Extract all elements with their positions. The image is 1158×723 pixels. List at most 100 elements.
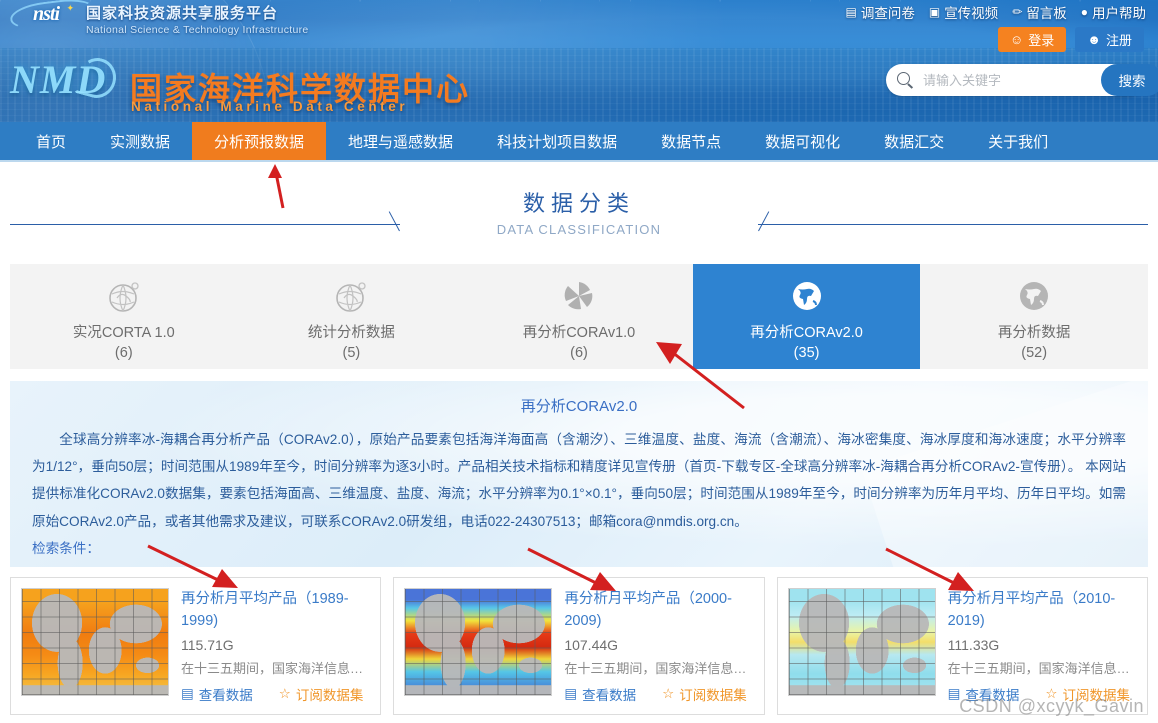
category-name: 再分析CORAv2.0 <box>750 325 863 342</box>
page-content: 数据分类 DATA CLASSIFICATION 实况CORTA 1.0 (6) <box>0 176 1158 715</box>
category-name: 实况CORTA 1.0 <box>72 325 175 342</box>
result-title[interactable]: 再分析月平均产品（2000-2009) <box>564 588 753 633</box>
nav-item-project-data[interactable]: 科技计划项目数据 <box>475 122 639 160</box>
document-search-icon: ▤ <box>181 685 194 701</box>
category-card-corav1-0[interactable]: 再分析CORAv1.0 (6) <box>465 264 693 369</box>
auth-buttons: ☺ 登录 ☻ 注册 <box>998 27 1144 52</box>
top-link-survey[interactable]: ▤ 调查问卷 <box>846 2 915 22</box>
category-count: (52) <box>1021 345 1048 361</box>
nav-item-geo-remote-sensing-data[interactable]: 地理与遥感数据 <box>326 122 475 160</box>
subscribe-dataset-label: 订阅数据集 <box>679 687 747 703</box>
help-icon: ● <box>1080 5 1088 19</box>
category-card-corta-1-0[interactable]: 实况CORTA 1.0 (6) <box>10 264 238 369</box>
video-icon: ▣ <box>928 5 941 19</box>
search-box: 搜索 <box>886 64 1158 96</box>
top-link-message-board-label: 留言板 <box>1026 6 1067 21</box>
result-title[interactable]: 再分析月平均产品（2010-2019) <box>948 588 1137 633</box>
page-title: 数据分类 <box>522 190 635 216</box>
globe-filled-icon <box>788 275 826 317</box>
login-button[interactable]: ☺ 登录 <box>998 27 1067 52</box>
result-info: 再分析月平均产品（2000-2009) 107.44G 在十三五期间，国家海洋信… <box>552 588 753 704</box>
category-count: (5) <box>342 345 361 361</box>
view-data-label: 查看数据 <box>198 687 253 703</box>
document-search-icon: ▤ <box>564 685 578 701</box>
result-title[interactable]: 再分析月平均产品（1989-1999) <box>181 588 370 633</box>
site-banner: nsti ✦ 国家科技资源共享服务平台 National Science & T… <box>0 0 1158 122</box>
description-title: 再分析CORAv2.0 <box>520 398 638 415</box>
globe-gray-icon <box>1015 275 1053 317</box>
result-card[interactable]: 再分析月平均产品（2010-2019) 111.33G 在十三五期间，国家海洋信… <box>776 576 1148 715</box>
result-card[interactable]: 再分析月平均产品（1989-1999) 115.71G 在十三五期间，国家海洋信… <box>10 576 382 715</box>
category-count: (6) <box>570 345 588 361</box>
nsti-title-block: 国家科技资源共享服务平台 National Science & Technolo… <box>86 2 309 36</box>
nsti-title-en: National Science & Technology Infrastruc… <box>86 24 309 36</box>
section-rule-right <box>758 224 1148 225</box>
map-gridlines <box>22 588 168 695</box>
category-name: 再分析数据 <box>997 325 1071 342</box>
section-tick-left <box>388 211 400 232</box>
top-link-video-label: 宣传视频 <box>944 6 999 21</box>
register-button[interactable]: ☻ 注册 <box>1075 27 1144 52</box>
description-panel: 再分析CORAv2.0 全球高分辨率冰-海耦合再分析产品（CORAv2.0），原… <box>10 381 1148 567</box>
nav-item-data-submission[interactable]: 数据汇交 <box>862 122 966 160</box>
result-description: 在十三五期间，国家海洋信息中心... <box>181 660 371 676</box>
main-navigation: 首页 实测数据 分析预报数据 地理与遥感数据 科技计划项目数据 数据节点 数据可… <box>0 122 1158 162</box>
user-add-icon: ☻ <box>1087 32 1101 47</box>
login-button-label: 登录 <box>1028 33 1055 48</box>
register-button-label: 注册 <box>1105 33 1132 48</box>
search-icon <box>896 71 915 90</box>
view-data-button[interactable]: ▤ 查看数据 <box>564 684 636 704</box>
map-gridlines <box>788 588 935 695</box>
category-name: 再分析CORAv1.0 <box>522 325 636 342</box>
result-card-list: 再分析月平均产品（1989-1999) 115.71G 在十三五期间，国家海洋信… <box>10 576 1148 715</box>
search-button[interactable]: 搜索 <box>1101 64 1158 96</box>
nav-item-about-us[interactable]: 关于我们 <box>966 122 1070 160</box>
subscribe-dataset-button[interactable]: ☆ 订阅数据集 <box>662 684 747 704</box>
result-size: 107.44G <box>564 636 619 653</box>
result-size: 111.33G <box>947 636 1000 653</box>
top-link-message-board[interactable]: ✏ 留言板 <box>1012 2 1067 22</box>
category-label: 再分析数据 (52) <box>998 324 1071 363</box>
nav-item-home[interactable]: 首页 <box>14 122 88 160</box>
category-card-reanalysis-data[interactable]: 再分析数据 (52) <box>920 264 1148 369</box>
map-gridlines <box>405 588 552 695</box>
message-board-icon: ✏ <box>1012 5 1023 19</box>
star-icon: ☆ <box>278 685 291 701</box>
top-link-survey-label: 调查问卷 <box>860 6 915 21</box>
view-data-button[interactable]: ▤ 查看数据 <box>181 684 253 704</box>
category-count: (35) <box>793 345 820 361</box>
result-info: 再分析月平均产品（1989-1999) 115.71G 在十三五期间，国家海洋信… <box>169 588 370 704</box>
result-description: 在十三五期间，国家海洋信息中心... <box>947 660 1137 676</box>
category-name: 统计分析数据 <box>307 325 395 342</box>
star-icon: ☆ <box>662 685 675 701</box>
star-icon: ✦ <box>66 3 74 13</box>
nav-item-data-nodes[interactable]: 数据节点 <box>639 122 743 160</box>
nav-item-data-visualization[interactable]: 数据可视化 <box>743 122 862 160</box>
category-label: 实况CORTA 1.0 (6) <box>73 324 175 363</box>
category-label: 统计分析数据 (5) <box>308 324 395 363</box>
category-count: (6) <box>114 345 133 361</box>
nav-item-analysis-forecast-data[interactable]: 分析预报数据 <box>192 122 327 160</box>
category-label: 再分析CORAv2.0 (35) <box>750 324 863 363</box>
nav-item-measured-data[interactable]: 实测数据 <box>88 122 192 160</box>
section-tick-right <box>758 211 770 232</box>
globe-outline-icon <box>331 275 371 317</box>
result-thumbnail <box>787 587 936 696</box>
search-condition-label: 检索条件： <box>32 540 100 556</box>
nmdc-title-en: National Marine Data Center <box>131 99 409 114</box>
nsti-logo[interactable]: nsti ✦ <box>6 0 98 34</box>
category-label: 再分析CORAv1.0 (6) <box>523 324 636 363</box>
top-link-video[interactable]: ▣ 宣传视频 <box>929 2 998 22</box>
top-link-help[interactable]: ● 用户帮助 <box>1081 2 1146 22</box>
pinwheel-icon <box>559 275 599 317</box>
page-subtitle: DATA CLASSIFICATION <box>496 221 662 237</box>
category-card-corav2-0[interactable]: 再分析CORAv2.0 (35) <box>692 264 921 369</box>
result-card[interactable]: 再分析月平均产品（2000-2009) 107.44G 在十三五期间，国家海洋信… <box>393 576 765 715</box>
result-thumbnail <box>21 587 169 696</box>
search-input[interactable] <box>921 71 1101 89</box>
subscribe-dataset-button[interactable]: ☆ 订阅数据集 <box>279 684 364 704</box>
watermark: CSDN @xcyyk_Gavin <box>959 696 1144 716</box>
category-card-statistical-analysis[interactable]: 统计分析数据 (5) <box>238 264 466 369</box>
result-size: 115.71G <box>181 636 234 653</box>
result-actions: ▤ 查看数据 ☆ 订阅数据集 <box>181 684 370 704</box>
